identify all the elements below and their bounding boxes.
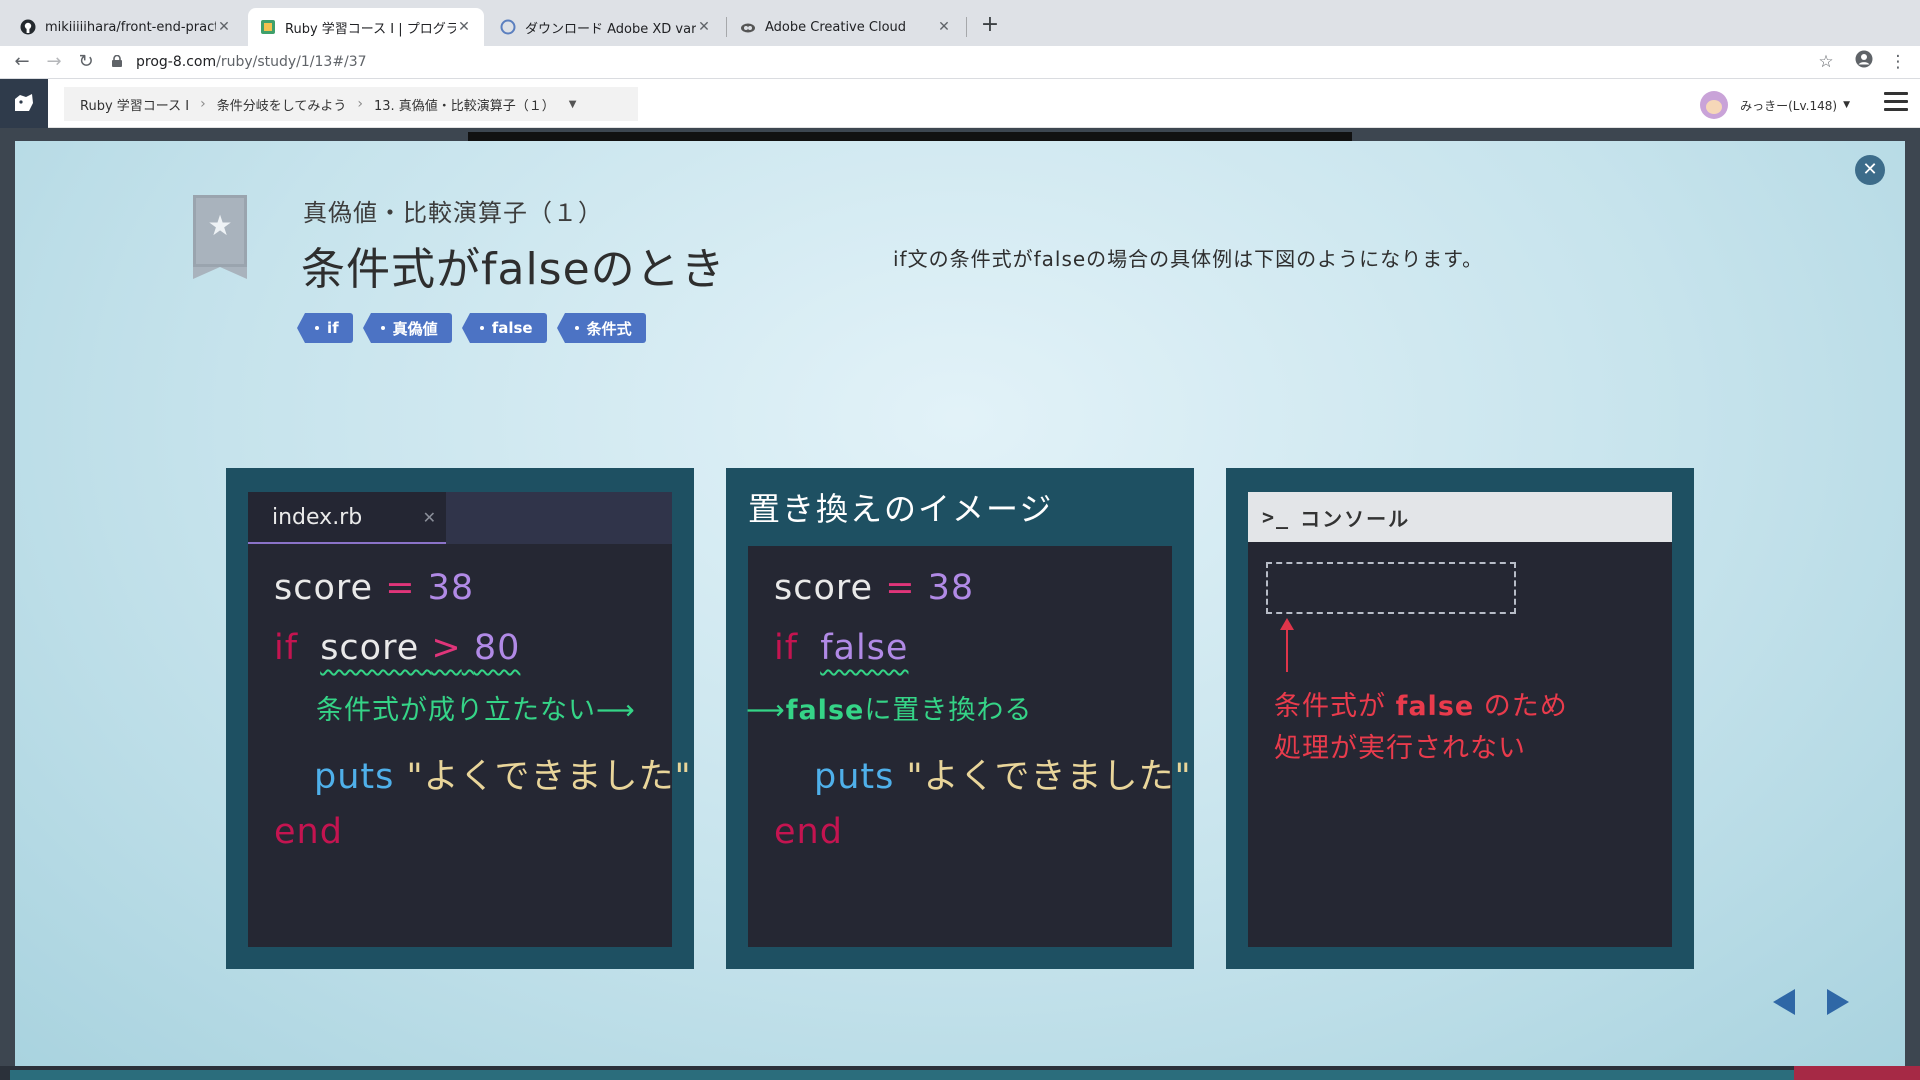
chevron-right-icon: › bbox=[357, 96, 363, 112]
slide-title: 条件式がfalseのとき bbox=[301, 244, 726, 295]
annotation-condition-not-met: 条件式が成り立たない⟶ bbox=[316, 695, 636, 726]
browser-tab-strip: mikiiiiihara/front-end-practice ✕ Ruby 学… bbox=[0, 0, 1920, 46]
code-line-3: puts "よくできました" bbox=[314, 757, 692, 797]
browser-tab-adobe-xd[interactable]: ダウンロード Adobe XD varies-v ✕ bbox=[488, 8, 724, 46]
close-slide-button[interactable]: ✕ bbox=[1855, 155, 1885, 185]
code-line-1: score = 38 bbox=[274, 568, 475, 608]
bottom-progress-bar bbox=[0, 1066, 1920, 1080]
console: >_ コンソール 条件式が false のため 処理が実行されない bbox=[1248, 492, 1672, 947]
user-label: みっきー(Lv.148) bbox=[1740, 98, 1838, 113]
tag-if[interactable]: if bbox=[297, 313, 353, 343]
editor-tab-bar: index.rb ✕ bbox=[248, 492, 672, 544]
empty-output-box bbox=[1266, 562, 1516, 614]
browser-tab-prog8[interactable]: Ruby 学習コース I | プログラミン ✕ bbox=[248, 8, 484, 46]
site-header: Ruby 学習コース Ⅰ › 条件分岐をしてみよう › 13. 真偽値・比較演算… bbox=[0, 79, 1920, 128]
tag-condition[interactable]: 条件式 bbox=[556, 313, 646, 343]
slide-navigation bbox=[1773, 989, 1849, 1015]
progress-track bbox=[10, 1070, 1800, 1080]
tab-separator bbox=[966, 17, 967, 37]
console-annotation: 条件式が false のため 処理が実行されない bbox=[1274, 691, 1568, 764]
replacement-title: 置き換えのイメージ bbox=[748, 490, 1054, 528]
code-line-2: if false bbox=[774, 628, 909, 668]
lock-icon bbox=[112, 54, 126, 70]
arrow-up-icon bbox=[1280, 618, 1294, 672]
tag-false[interactable]: false bbox=[461, 313, 547, 343]
tab-separator bbox=[726, 17, 727, 37]
file-name: index.rb bbox=[272, 504, 363, 530]
user-menu[interactable]: みっきー(Lv.148) ▼ bbox=[1700, 91, 1850, 119]
console-title: コンソール bbox=[1300, 506, 1411, 531]
slide-subtitle: 真偽値・比較演算子（１） bbox=[303, 199, 603, 227]
chevron-down-icon[interactable]: ▼ bbox=[569, 99, 577, 110]
code-line-4: end bbox=[774, 812, 843, 852]
browser-toolbar: ← → ↻ prog-8.com/ruby/study/1/13#/37 ☆ ⋮ bbox=[0, 46, 1920, 79]
url-path: /ruby/study/1/13#/37 bbox=[216, 54, 367, 70]
breadcrumb: Ruby 学習コース Ⅰ › 条件分岐をしてみよう › 13. 真偽値・比較演算… bbox=[64, 87, 638, 121]
close-tab-icon[interactable]: ✕ bbox=[936, 19, 952, 35]
back-button[interactable]: ← bbox=[10, 50, 34, 74]
tab-title: ダウンロード Adobe XD varies-v bbox=[525, 21, 696, 37]
editor-panel: index.rb ✕ score = 38 if score > 80 条件式が… bbox=[226, 468, 694, 969]
next-slide-button[interactable] bbox=[1827, 989, 1849, 1015]
replacement-code: score = 38 if false ⟶falseに置き換わる puts "よ… bbox=[746, 546, 1191, 947]
progate-logo-icon[interactable] bbox=[0, 79, 48, 128]
tag-boolean[interactable]: 真偽値 bbox=[362, 313, 452, 343]
breadcrumb-chapter[interactable]: 条件分岐をしてみよう bbox=[217, 95, 347, 114]
console-panel: >_ コンソール 条件式が false のため 処理が実行されない bbox=[1226, 468, 1694, 969]
browser-tab-github[interactable]: mikiiiiihara/front-end-practice ✕ bbox=[8, 8, 244, 46]
code-line-1: score = 38 bbox=[774, 568, 975, 608]
url-host: prog-8.com bbox=[136, 54, 217, 70]
bookmark-button[interactable]: ★ bbox=[193, 195, 247, 279]
console-header: >_ コンソール bbox=[1248, 492, 1672, 542]
slide-modal: ✕ ★ 真偽値・比較演算子（１） 条件式がfalseのとき if文の条件式がfa… bbox=[15, 141, 1905, 1066]
breadcrumb-course[interactable]: Ruby 学習コース Ⅰ bbox=[80, 95, 189, 114]
replacement-panel: 置き換えのイメージ score = 38 if false ⟶falseに置き換… bbox=[726, 468, 1194, 969]
slide-description: if文の条件式がfalseの場合の具体例は下図のようになります。 bbox=[893, 247, 1484, 271]
file-tab: index.rb ✕ bbox=[248, 492, 446, 544]
creative-cloud-icon bbox=[740, 19, 756, 35]
bottom-right-button[interactable] bbox=[1794, 1066, 1920, 1080]
avatar bbox=[1700, 91, 1729, 119]
previous-slide-button[interactable] bbox=[1773, 989, 1795, 1015]
breadcrumb-lesson[interactable]: 13. 真偽値・比較演算子（１） bbox=[374, 95, 555, 114]
close-tab-icon[interactable]: ✕ bbox=[456, 19, 472, 35]
adobe-xd-icon bbox=[500, 19, 516, 35]
terminal-prompt-icon: >_ bbox=[1262, 505, 1291, 529]
tag-list: if 真偽値 false 条件式 bbox=[297, 313, 646, 343]
reload-button[interactable]: ↻ bbox=[74, 50, 98, 74]
profile-icon[interactable] bbox=[1852, 50, 1876, 74]
prog8-icon bbox=[260, 19, 276, 35]
close-tab-icon[interactable]: ✕ bbox=[216, 19, 232, 35]
close-icon: ✕ bbox=[422, 508, 436, 527]
tab-title: mikiiiiihara/front-end-practice bbox=[45, 19, 216, 35]
tab-title: Ruby 学習コース I | プログラミン bbox=[285, 21, 456, 37]
star-icon: ★ bbox=[207, 209, 233, 242]
bookmark-star-icon[interactable]: ☆ bbox=[1814, 50, 1838, 74]
arrow-right-icon: ⟶ bbox=[596, 695, 636, 726]
code-editor: index.rb ✕ score = 38 if score > 80 条件式が… bbox=[248, 492, 691, 947]
chevron-down-icon: ▼ bbox=[1843, 100, 1850, 110]
close-tab-icon[interactable]: ✕ bbox=[696, 19, 712, 35]
browser-tab-creative-cloud[interactable]: Adobe Creative Cloud ✕ bbox=[728, 8, 964, 46]
code-line-2: if score > 80 bbox=[274, 628, 521, 668]
forward-button[interactable]: → bbox=[42, 50, 66, 74]
annotation-replaced-with-false: ⟶falseに置き換わる bbox=[746, 695, 1033, 726]
new-tab-button[interactable]: + bbox=[976, 12, 1004, 40]
code-line-4: end bbox=[274, 812, 343, 852]
address-bar[interactable]: prog-8.com/ruby/study/1/13#/37 bbox=[112, 48, 1832, 76]
hamburger-menu-icon[interactable] bbox=[1884, 92, 1908, 114]
arrow-right-icon: ⟶ bbox=[746, 695, 786, 726]
tab-title: Adobe Creative Cloud bbox=[765, 19, 907, 35]
github-icon bbox=[20, 19, 36, 35]
browser-menu-icon[interactable]: ⋮ bbox=[1886, 50, 1910, 74]
code-line-3: puts "よくできました" bbox=[814, 757, 1192, 797]
chevron-right-icon: › bbox=[200, 96, 206, 112]
